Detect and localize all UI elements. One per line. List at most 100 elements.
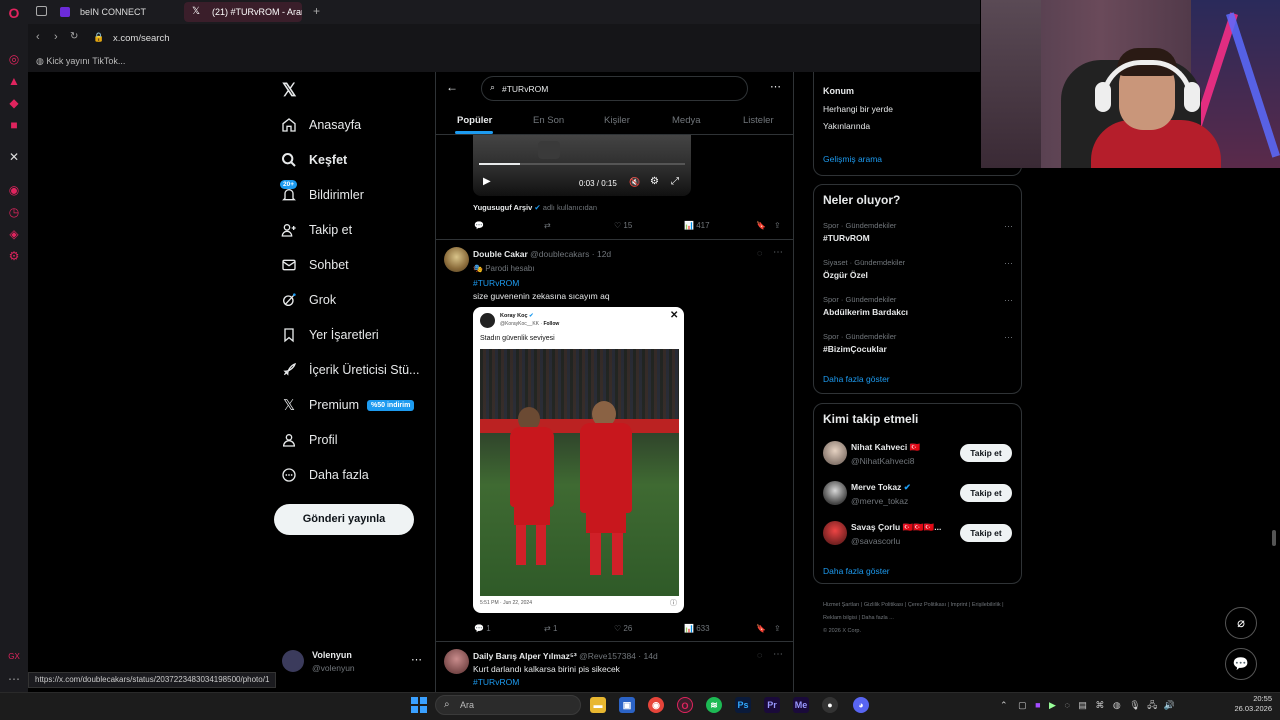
gx-icon[interactable]: GX (7, 650, 21, 664)
footer-link[interactable]: Gizlilik Politikası (864, 602, 903, 608)
tray-app-icon[interactable]: ◌ (1064, 700, 1069, 710)
avatar[interactable] (444, 247, 469, 272)
tab-x-search[interactable]: 𝕏 (21) #TURvROM - Arama / (184, 2, 302, 22)
back-arrow-icon[interactable]: ← (446, 80, 458, 94)
avatar[interactable] (444, 649, 469, 674)
chrome-icon[interactable]: ◉ (648, 697, 664, 713)
suggested-user-name[interactable]: Merve Tokaz ✔ (851, 482, 911, 493)
nav-home[interactable]: Anasayfa (280, 110, 361, 140)
footer-link[interactable]: Erişilebilirlik (972, 602, 1001, 608)
start-button[interactable] (411, 697, 427, 713)
file-explorer-icon[interactable]: ▬ (590, 697, 606, 713)
page-scrollbar[interactable] (1272, 530, 1276, 546)
repost-icon[interactable]: ⇄ (544, 221, 551, 230)
tab-latest[interactable]: En Son (533, 115, 564, 126)
tab-media[interactable]: Medya (672, 115, 701, 126)
video-attribution[interactable]: Yugusuguf Arşiv ✔ adlı kullanıcıdan (473, 203, 597, 212)
gear-icon[interactable]: ⚙ (650, 176, 659, 187)
obs-icon[interactable]: ● (822, 697, 838, 713)
avatar[interactable] (823, 481, 847, 505)
nav-creator-studio[interactable]: İçerik Üreticisi Stü... (280, 355, 419, 385)
tweet-more-icon[interactable]: ⋯ (773, 247, 783, 258)
tweet-author-handle[interactable]: @doublecakars (530, 249, 589, 259)
tray-app-icon[interactable]: ▶ (1049, 700, 1056, 710)
trend-more-icon[interactable]: ⋯ (1004, 295, 1013, 306)
tab-bein[interactable]: beIN CONNECT (52, 2, 202, 22)
tweet-image[interactable]: Koray Koç ✔ @KorayKoc__KK · Follow ✕ Sta… (473, 307, 684, 613)
follow-button[interactable]: Takip et (960, 484, 1012, 502)
hashtag-link[interactable]: #TURvROM (473, 677, 519, 687)
footer-link[interactable]: Çerez Politikası (908, 602, 946, 608)
post-button[interactable]: Gönderi yayınla (274, 504, 414, 535)
tweet-time[interactable]: 14d (644, 651, 658, 661)
network-icon[interactable]: 🖧 (1147, 700, 1157, 710)
tray-app-icon[interactable]: ■ (1035, 700, 1040, 710)
reply-button[interactable]: 💬 1 (474, 624, 491, 633)
bookmark-icon[interactable]: 🔖 (756, 221, 766, 230)
nav-profile[interactable]: Profil (280, 425, 337, 455)
opera-logo-icon[interactable]: O (7, 6, 21, 20)
sidebar-shortcut-icon[interactable]: ◈ (7, 227, 21, 241)
discord-icon[interactable]: ◕ (853, 697, 869, 713)
microphone-icon[interactable]: 🎙 (1129, 700, 1140, 710)
spotify-icon[interactable]: ≋ (706, 697, 722, 713)
tab-popular[interactable]: Popüler (457, 115, 492, 126)
forward-icon[interactable]: › (54, 31, 58, 43)
nav-explore[interactable]: Keşfet (280, 145, 347, 175)
views-button[interactable]: 📊 417 (684, 221, 710, 230)
sidebar-shortcut-icon[interactable]: ◉ (7, 183, 21, 197)
suggested-user-name[interactable]: Nihat Kahveci 🇹🇷 (851, 442, 920, 453)
avatar[interactable] (823, 441, 847, 465)
views-button[interactable]: 📊 633 (684, 624, 710, 633)
nav-more[interactable]: Daha fazla (280, 460, 369, 490)
mute-icon[interactable]: 🔇 (629, 177, 640, 188)
history-icon[interactable]: ◷ (7, 205, 21, 219)
share-icon[interactable]: ⇪ (774, 624, 781, 633)
x-logo-icon[interactable]: 𝕏 (282, 80, 297, 101)
footer-link[interactable]: Imprint (951, 602, 968, 608)
trend-more-icon[interactable]: ⋯ (1004, 221, 1013, 232)
bookmark-item[interactable]: ◍ Kick yayını TikTok... (36, 56, 125, 67)
tab-islands-icon[interactable] (36, 6, 47, 16)
chat-float-button[interactable]: 💬 (1225, 648, 1257, 680)
sidebar-shortcut-icon[interactable]: ◆ (7, 96, 21, 110)
follow-button[interactable]: Takip et (960, 524, 1012, 542)
reload-icon[interactable]: ↻ (70, 31, 78, 42)
like-button[interactable]: ♡ 26 (614, 624, 632, 633)
nav-premium[interactable]: 𝕏 Premium %50 indirim (280, 390, 415, 420)
tweet-author-handle[interactable]: @Reve157384 (579, 651, 636, 661)
clock[interactable]: 20:55 26.03.2026 (1226, 694, 1272, 714)
reply-icon[interactable]: 💬 (474, 221, 484, 230)
follow-show-more-link[interactable]: Daha fazla göster (823, 566, 890, 576)
sidebar-shortcut-icon[interactable]: ▲ (7, 74, 21, 88)
bookmark-icon[interactable]: 🔖 (756, 624, 766, 633)
follow-button[interactable]: Takip et (960, 444, 1012, 462)
tweet-author-name[interactable]: Daily Barış Alper Yılmaz⁵³ (473, 651, 577, 661)
nav-bookmarks[interactable]: Yer İşaretleri (280, 320, 379, 350)
tray-app-icon[interactable]: ▢ (1018, 700, 1027, 710)
footer-link[interactable]: Daha fazla ... (861, 615, 893, 621)
like-button[interactable]: ♡ 15 (614, 221, 632, 230)
search-settings-more-icon[interactable]: ⋯ (770, 80, 781, 93)
nav-notifications[interactable]: 20+ Bildirimler (280, 180, 364, 210)
system-tray[interactable]: ⌃ ▢ ■ ▶ ◌ ▤ ⌘ ◍ 🎙 🖧 🔊 (1000, 698, 1196, 712)
tray-app-icon[interactable]: ▤ (1078, 700, 1087, 710)
new-tab-button[interactable]: + (313, 4, 320, 18)
account-switcher[interactable]: Volenyun @volenyun ⋯ (282, 648, 432, 684)
fullscreen-icon[interactable]: ⤢ (671, 176, 679, 187)
media-encoder-icon[interactable]: Me (793, 697, 809, 713)
trend-more-icon[interactable]: ⋯ (1004, 332, 1013, 343)
store-icon[interactable]: ▣ (619, 697, 635, 713)
more-icon[interactable]: ⋯ (411, 653, 422, 666)
back-icon[interactable]: ‹ (36, 31, 40, 43)
url-field[interactable]: x.com/search (113, 33, 170, 44)
repost-button[interactable]: ⇄ 1 (544, 624, 557, 633)
trend-item[interactable]: Siyaset · Gündemdekiler Özgür Özel ⋯ (823, 258, 1013, 288)
tray-app-icon[interactable]: ◍ (1113, 700, 1121, 710)
avatar[interactable] (823, 521, 847, 545)
more-icon[interactable]: ⋯ (7, 672, 21, 686)
trends-show-more-link[interactable]: Daha fazla göster (823, 374, 890, 384)
sidebar-shortcut-icon[interactable]: ■ (7, 118, 21, 132)
play-icon[interactable]: ▶ (483, 176, 491, 187)
grok-float-button[interactable]: ⌀ (1225, 607, 1257, 639)
